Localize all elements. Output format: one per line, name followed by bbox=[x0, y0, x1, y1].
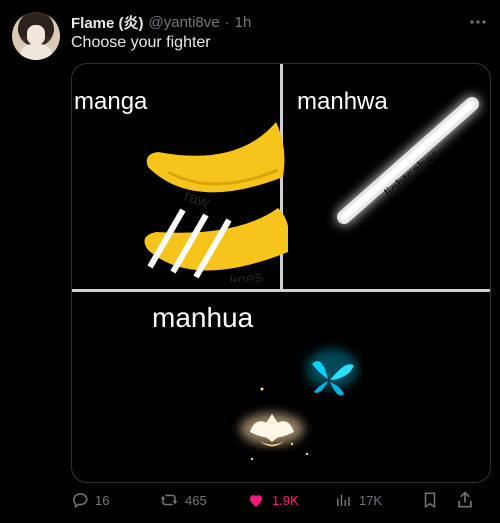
panel-divider-horizontal bbox=[72, 289, 490, 292]
lotus-butterfly-illustration bbox=[240, 349, 358, 461]
reply-count: 16 bbox=[95, 492, 110, 508]
more-icon[interactable] bbox=[468, 12, 488, 32]
views-icon bbox=[337, 494, 350, 506]
avatar[interactable] bbox=[12, 12, 60, 60]
retweet-count: 465 bbox=[185, 492, 207, 508]
meta-separator: · bbox=[224, 13, 230, 31]
action-bar: 16 465 1.9K 17K bbox=[71, 488, 489, 512]
bookmark-button[interactable] bbox=[421, 488, 439, 512]
heart-icon bbox=[250, 495, 262, 507]
banana-tag-lines: lines bbox=[229, 268, 264, 282]
bookmark-icon bbox=[424, 492, 436, 509]
post-media[interactable]: manga manhwa manhua raw lines lightsaber bbox=[71, 63, 491, 483]
views-count: 17K bbox=[359, 492, 383, 508]
author-handle[interactable]: @yanti8ve bbox=[149, 14, 220, 31]
like-button[interactable]: 1.9K bbox=[246, 488, 299, 512]
reply-icon bbox=[73, 493, 88, 509]
post-header: Flame (炎) @yanti8ve · 1h bbox=[71, 12, 471, 32]
author-name[interactable]: Flame (炎) bbox=[71, 12, 144, 33]
retweet-icon bbox=[160, 494, 178, 506]
share-button[interactable] bbox=[455, 488, 475, 512]
banana-illustration: raw lines bbox=[144, 122, 288, 282]
panel-title-manga: manga bbox=[74, 88, 148, 115]
avatar-face bbox=[27, 25, 45, 45]
panel-title-manhua: manhua bbox=[152, 302, 254, 333]
post-time[interactable]: 1h bbox=[235, 14, 252, 31]
share-icon bbox=[458, 491, 472, 508]
avatar-robe bbox=[20, 44, 52, 60]
retweet-button[interactable]: 465 bbox=[159, 488, 207, 512]
post-text: Choose your fighter bbox=[71, 34, 211, 51]
views-button[interactable]: 17K bbox=[333, 488, 382, 512]
lightsaber-illustration: lightsaber bbox=[337, 97, 479, 224]
reply-button[interactable]: 16 bbox=[71, 488, 109, 512]
like-count: 1.9K bbox=[272, 492, 299, 508]
